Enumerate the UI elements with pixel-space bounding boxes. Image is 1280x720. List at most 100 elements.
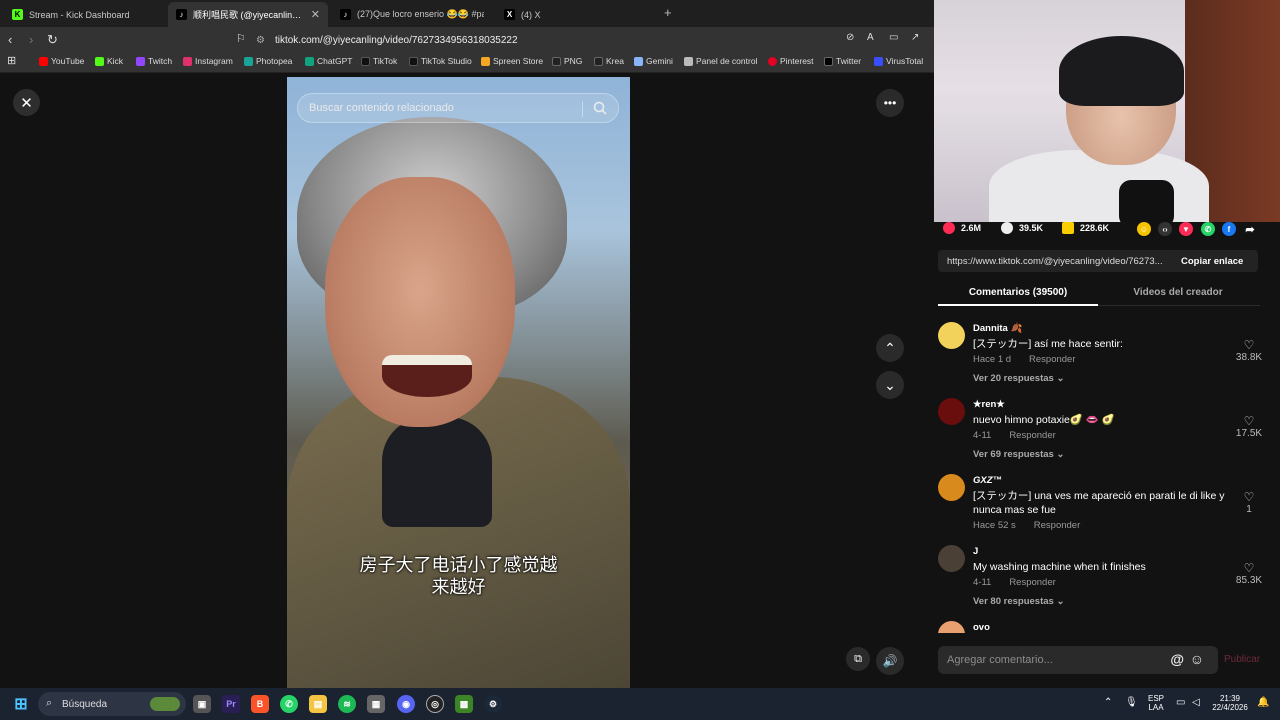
premiere-icon[interactable]: Pr	[222, 695, 240, 713]
save-stat[interactable]: 228.6K	[1062, 222, 1109, 234]
comment-username[interactable]: J	[973, 546, 978, 557]
tab-tiktok-video[interactable]: ♪ 顺利唱民歌 (@yiyecanling) | TikTok ✕	[168, 2, 328, 27]
store-icon[interactable]: ▦	[367, 695, 385, 713]
whatsapp-icon[interactable]: ✆	[1201, 222, 1215, 236]
bookmark-panel-de-control[interactable]: Panel de control	[684, 56, 757, 66]
minecraft-icon[interactable]: ▩	[455, 695, 473, 713]
clock[interactable]: 21:39 22/4/2026	[1207, 694, 1253, 712]
obs-icon[interactable]: ◎	[426, 695, 444, 713]
bookmark-photopea[interactable]: Photopea	[244, 56, 292, 66]
comment-like[interactable]: ♡ 38.8K	[1234, 338, 1264, 363]
embed-icon[interactable]: ‹›	[1158, 222, 1172, 236]
publish-button[interactable]: Publicar	[1224, 654, 1260, 665]
notification-bell-icon[interactable]: 🔔	[1257, 697, 1269, 708]
bookmark-krea[interactable]: Krea	[594, 56, 624, 66]
discord-icon[interactable]: ◉	[397, 695, 415, 713]
bookmark-gemini[interactable]: Gemini	[634, 56, 673, 66]
bookmark-pinterest[interactable]: Pinterest	[768, 56, 814, 66]
apps-icon[interactable]: ⊞	[7, 54, 16, 67]
mention-icon[interactable]: @	[1170, 651, 1184, 667]
bookmark-spreen-store[interactable]: Spreen Store	[481, 56, 543, 66]
comment-username[interactable]: Dannita 🍂	[973, 323, 1022, 334]
brave-icon[interactable]: B	[251, 695, 269, 713]
bookmark-png[interactable]: PNG	[552, 56, 582, 66]
bookmark-twitter[interactable]: Twitter	[824, 56, 861, 66]
share-icon[interactable]: ↗	[911, 32, 919, 43]
send-icon[interactable]: ▼	[1179, 222, 1193, 236]
comment-input[interactable]: Agregar comentario... @ ☺	[938, 646, 1218, 674]
avatar[interactable]	[938, 545, 965, 572]
browser-tab-bar: K Stream - Kick Dashboard ♪ 顺利唱民歌 (@yiye…	[0, 0, 934, 27]
file-explorer-icon[interactable]: ▤	[309, 695, 327, 713]
video-player[interactable]: Buscar contenido relacionado 房子大了电话小了感觉越…	[287, 77, 630, 688]
tab-tiktok-locro[interactable]: ♪ (27)Que locro enserio 😂😂 #parag	[332, 2, 492, 27]
bookmark-tiktok[interactable]: TikTok	[361, 56, 397, 66]
bookmark-youtube[interactable]: YouTube	[39, 56, 84, 66]
tab-kick-dashboard[interactable]: K Stream - Kick Dashboard	[4, 2, 166, 27]
task-view-icon[interactable]: ▣	[193, 695, 211, 713]
previous-video-icon[interactable]: ⌃	[876, 334, 904, 362]
bookmark-tiktok-studio[interactable]: TikTok Studio	[409, 56, 472, 66]
comment-like[interactable]: ♡ 1	[1234, 490, 1264, 515]
taskbar-search[interactable]: ⌕ Búsqueda	[38, 692, 186, 716]
avatar[interactable]	[938, 398, 965, 425]
back-icon[interactable]: ‹	[8, 32, 12, 47]
microphone-icon[interactable]: 🎙	[1125, 697, 1138, 708]
cast-icon[interactable]: ▭	[889, 32, 898, 43]
new-tab-button[interactable]: +	[664, 5, 672, 20]
whatsapp-icon[interactable]: ✆	[280, 695, 298, 713]
like-stat[interactable]: 2.6M	[943, 222, 981, 234]
avatar[interactable]	[938, 322, 965, 349]
bookmark-instagram[interactable]: Instagram	[183, 56, 233, 66]
facebook-icon[interactable]: f	[1222, 222, 1236, 236]
bookmark-kick[interactable]: Kick	[95, 56, 123, 66]
comment-username[interactable]: ovo	[973, 622, 990, 633]
volume-icon[interactable]: 🔊	[876, 647, 904, 675]
bookmark-twitch[interactable]: Twitch	[136, 56, 172, 66]
network-icon[interactable]: ▭	[1176, 697, 1185, 708]
comment-like[interactable]: ♡ 85.3K	[1234, 561, 1264, 586]
next-video-icon[interactable]: ⌄	[876, 371, 904, 399]
bookmark-chatgpt[interactable]: ChatGPT	[305, 56, 352, 66]
share-arrow-icon[interactable]: ➦	[1243, 222, 1257, 236]
more-options-icon[interactable]: •••	[876, 89, 904, 117]
language-indicator[interactable]: ESP LAA	[1146, 694, 1166, 712]
show-hidden-icons[interactable]: ⌃	[1104, 697, 1112, 708]
reload-icon[interactable]: ↻	[47, 32, 58, 48]
related-search-input[interactable]: Buscar contenido relacionado	[297, 93, 619, 123]
comment-stat[interactable]: 39.5K	[1001, 222, 1043, 234]
mini-player-icon[interactable]: ⧉	[846, 647, 870, 671]
tab-comments[interactable]: Comentarios (39500)	[938, 287, 1098, 298]
bookmark-virustotal[interactable]: VirusTotal	[874, 56, 923, 66]
avatar[interactable]	[938, 474, 965, 501]
speaker-icon[interactable]: ◁	[1192, 697, 1200, 708]
tab-creator-videos[interactable]: Videos del creador	[1098, 287, 1258, 298]
close-tab-icon[interactable]: ✕	[311, 8, 320, 21]
forward-icon[interactable]: ›	[29, 32, 33, 47]
reply-button[interactable]: Responder	[1029, 354, 1075, 365]
comment-username[interactable]: ★ren★	[973, 399, 1005, 410]
translate-icon[interactable]: A	[867, 32, 874, 43]
reply-button[interactable]: Responder	[1034, 520, 1080, 531]
url-field[interactable]: ⚙ tiktok.com/@yiyecanling/video/76273349…	[256, 30, 926, 50]
windows-start-icon[interactable]: ⊞	[12, 695, 30, 713]
avatar[interactable]	[938, 621, 965, 633]
close-icon[interactable]: ✕	[13, 89, 40, 116]
view-replies-button[interactable]: Ver 69 respuestas ⌄	[973, 449, 1064, 460]
view-replies-button[interactable]: Ver 80 respuestas ⌄	[973, 596, 1064, 607]
site-info-icon[interactable]: ⚙	[256, 35, 265, 46]
no-eye-icon[interactable]: ⊘	[846, 32, 854, 43]
bookmark-icon[interactable]: ⚐	[236, 32, 246, 45]
view-replies-button[interactable]: Ver 20 respuestas ⌄	[973, 373, 1064, 384]
tab-x[interactable]: X (4) X	[496, 2, 656, 27]
reply-button[interactable]: Responder	[1009, 577, 1055, 588]
copy-link-button[interactable]: Copiar enlace	[1181, 256, 1243, 267]
reply-button[interactable]: Responder	[1009, 430, 1055, 441]
comment-username[interactable]: GXZ™	[973, 475, 1002, 486]
spotify-icon[interactable]: ≋	[338, 695, 356, 713]
emoji-share-icon[interactable]: ☺	[1137, 222, 1151, 236]
comment-like[interactable]: ♡ 17.5K	[1234, 414, 1264, 439]
steam-icon[interactable]: ⚙	[484, 695, 502, 713]
search-icon[interactable]	[593, 101, 607, 115]
emoji-icon[interactable]: ☺	[1190, 651, 1204, 667]
